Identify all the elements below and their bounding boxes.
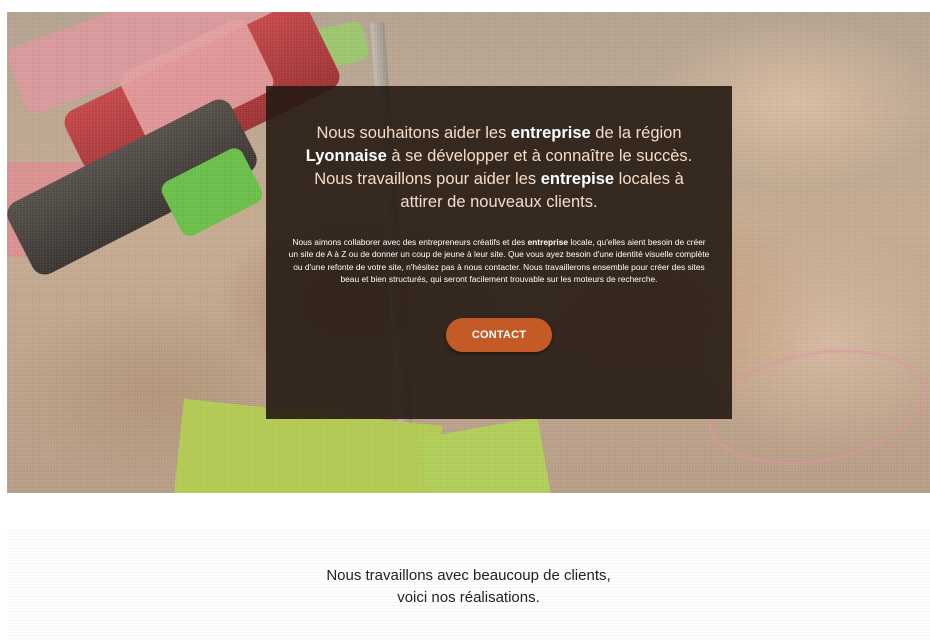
hero-overlay-box: Nous souhaitons aider les entreprise de … <box>266 86 732 419</box>
works-intro-line-2: voici nos réalisations. <box>397 589 540 606</box>
headline-bold-text: Lyonnaise <box>305 147 387 165</box>
headline-text: Nous souhaitons aider les <box>316 124 511 142</box>
description-bold-text: entreprise <box>527 237 569 247</box>
headline-bold-text: entreprise <box>510 124 591 142</box>
hero-description: Nous aimons collaborer avec des entrepre… <box>286 236 712 285</box>
hero-section: Nous souhaitons aider les entreprise de … <box>7 12 930 493</box>
page: Nous souhaitons aider les entreprise de … <box>0 0 930 640</box>
description-text: Nous aimons collaborer avec des entrepre… <box>292 237 528 247</box>
works-intro-line-1: Nous travaillons avec beaucoup de client… <box>326 567 611 584</box>
contact-button[interactable]: CONTACT <box>446 318 552 353</box>
headline-bold-text: entrepise <box>540 170 615 188</box>
works-intro: Nous travaillons avec beaucoup de client… <box>7 565 930 609</box>
headline-text: de la région <box>590 124 682 142</box>
hero-headline: Nous souhaitons aider les entreprise de … <box>286 122 712 214</box>
works-section: Nous travaillons avec beaucoup de client… <box>7 530 930 640</box>
